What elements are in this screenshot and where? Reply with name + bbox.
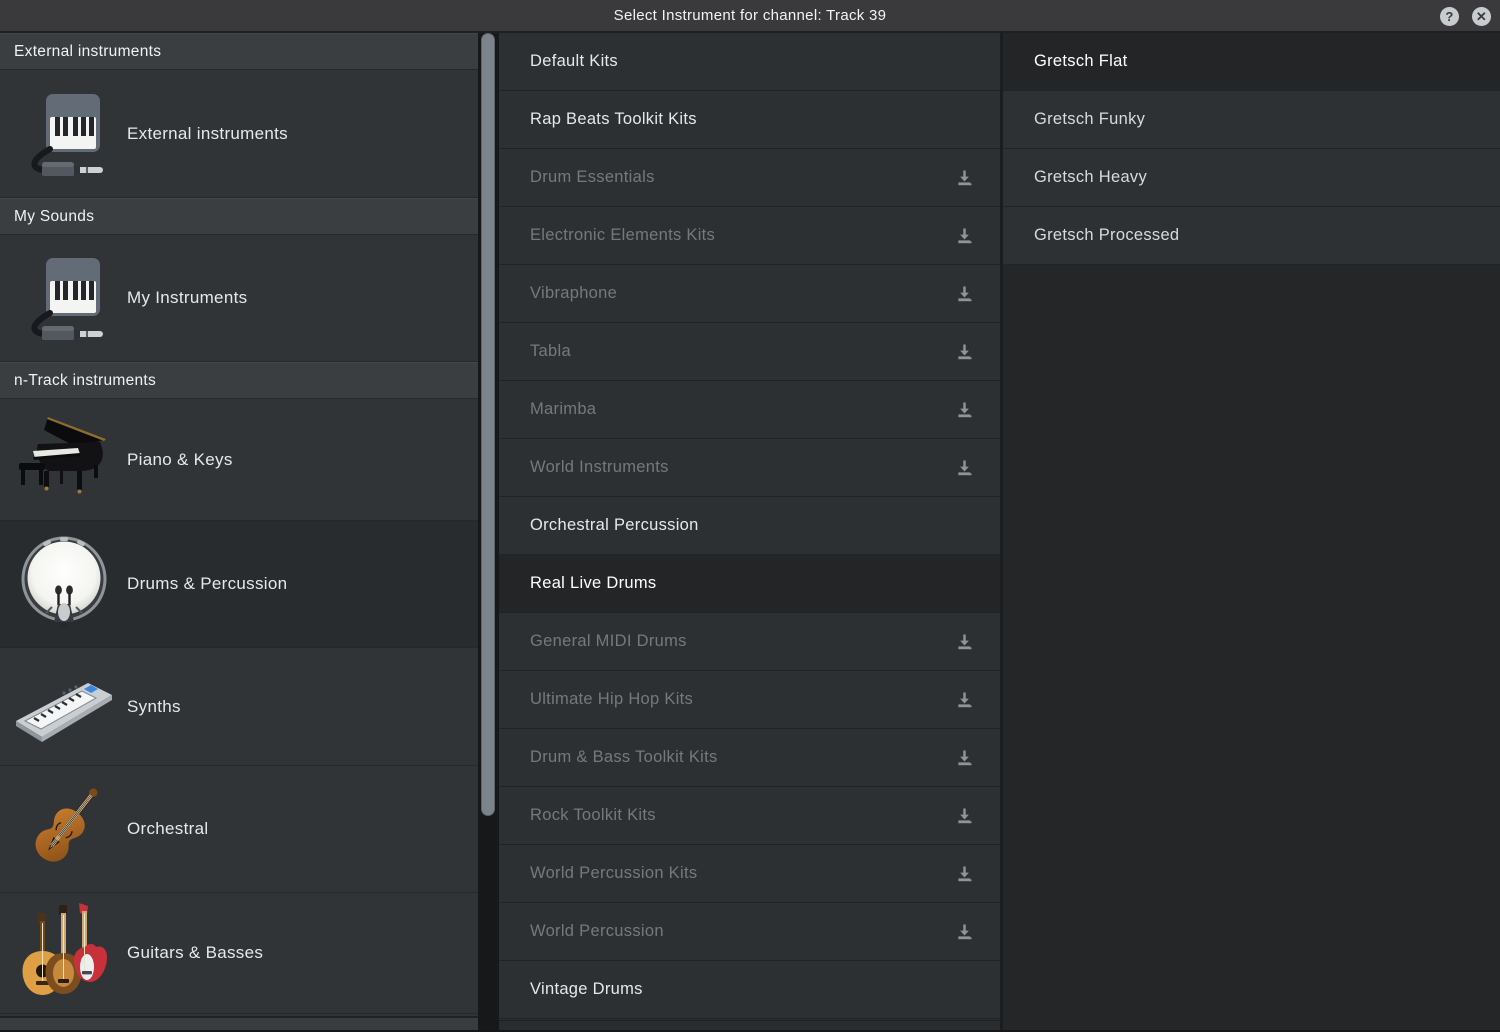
- select-instrument-dialog: Select Instrument for channel: Track 39 …: [0, 0, 1500, 1032]
- kit-preset-list: Gretsch Flat Gretsch Funky Gretsch Heavy…: [1000, 33, 1500, 1030]
- sidebar-item-orchestral[interactable]: Orchestral: [0, 766, 478, 893]
- dialog-content: External instruments: [0, 33, 1500, 1030]
- sidebar-item-drums-percussion[interactable]: Drums & Percussion: [0, 521, 478, 648]
- kit-list-item-label: World Percussion Kits: [530, 864, 697, 883]
- sidebar-item-label: Drums & Percussion: [127, 574, 287, 594]
- help-icon[interactable]: ?: [1440, 7, 1459, 26]
- sidebar-item-label: Piano & Keys: [127, 450, 233, 470]
- kit-list-item-label: Tabla: [530, 342, 571, 361]
- grand-piano-icon: [0, 413, 127, 507]
- kit-list-item-label: General MIDI Drums: [530, 632, 687, 651]
- preset-list-item[interactable]: Gretsch Processed: [1003, 207, 1500, 265]
- sidebar-scrollbar-thumb[interactable]: [481, 33, 495, 816]
- preset-list-item-label: Gretsch Heavy: [1034, 168, 1147, 187]
- kit-list-item[interactable]: Drum & Bass Toolkit Kits: [499, 729, 1000, 787]
- kit-list-item[interactable]: Drum Essentials: [499, 149, 1000, 207]
- kit-list-item-label: Rock Toolkit Kits: [530, 806, 656, 825]
- kit-list-item[interactable]: Default Kits: [499, 33, 1000, 91]
- kit-list-item-label: Vintage Drums: [530, 980, 643, 999]
- download-icon[interactable]: [954, 631, 975, 652]
- kit-list-item[interactable]: Tabla: [499, 323, 1000, 381]
- kit-list-item-label: Marimba: [530, 400, 596, 419]
- kit-list-item[interactable]: Rap Beats Toolkit Kits: [499, 91, 1000, 149]
- kit-list-item-partial: [499, 1020, 1000, 1030]
- section-header-my-sounds: My Sounds: [0, 198, 478, 235]
- section-header-ntrack-instruments: n-Track instruments: [0, 362, 478, 399]
- download-icon[interactable]: [954, 747, 975, 768]
- kit-list-item-label: Rap Beats Toolkit Kits: [530, 110, 697, 129]
- preset-list-item-label: Gretsch Flat: [1034, 52, 1127, 71]
- download-icon[interactable]: [954, 399, 975, 420]
- kit-list-item-label: Orchestral Percussion: [530, 516, 699, 535]
- preset-list-item-label: Gretsch Funky: [1034, 110, 1145, 129]
- violin-icon: [0, 779, 127, 879]
- preset-list-item[interactable]: Gretsch Flat: [1003, 33, 1500, 91]
- preset-list-item[interactable]: Gretsch Funky: [1003, 91, 1500, 149]
- close-icon[interactable]: ✕: [1472, 7, 1491, 26]
- instrument-category-sidebar: External instruments: [0, 33, 478, 1030]
- sidebar-section-header-partial: [0, 1016, 478, 1030]
- download-icon[interactable]: [954, 863, 975, 884]
- kit-list-item[interactable]: World Percussion: [499, 903, 1000, 961]
- sidebar-item-synths[interactable]: Synths: [0, 648, 478, 766]
- download-icon[interactable]: [954, 225, 975, 246]
- midi-keyboard-jack-icon: [0, 92, 127, 176]
- sidebar-item-external-instruments[interactable]: External instruments: [0, 70, 478, 198]
- sidebar-item-label: Guitars & Basses: [127, 943, 263, 963]
- sidebar-item-label: Orchestral: [127, 819, 208, 839]
- download-icon[interactable]: [954, 457, 975, 478]
- sidebar-item-label: External instruments: [127, 124, 288, 144]
- kit-list-item[interactable]: World Instruments: [499, 439, 1000, 497]
- kit-category-list: Default Kits Rap Beats Toolkit Kits Drum…: [499, 33, 1000, 1030]
- kit-list-item[interactable]: Vintage Drums: [499, 961, 1000, 1019]
- sidebar-item-piano-keys[interactable]: Piano & Keys: [0, 399, 478, 521]
- download-icon[interactable]: [954, 805, 975, 826]
- dialog-titlebar: Select Instrument for channel: Track 39 …: [0, 0, 1500, 33]
- kit-list-item[interactable]: World Percussion Kits: [499, 845, 1000, 903]
- bass-drum-icon: [0, 533, 127, 635]
- kit-list-item-label: World Percussion: [530, 922, 664, 941]
- titlebar-buttons: ? ✕: [1440, 0, 1491, 33]
- synth-keyboard-icon: [0, 669, 127, 745]
- kit-list-item[interactable]: Electronic Elements Kits: [499, 207, 1000, 265]
- sidebar-item-guitars-basses[interactable]: Guitars & Basses: [0, 893, 478, 1014]
- kit-list-item[interactable]: Real Live Drums: [499, 555, 1000, 613]
- download-icon[interactable]: [954, 283, 975, 304]
- sidebar-scrollbar[interactable]: [478, 33, 499, 1030]
- download-icon[interactable]: [954, 921, 975, 942]
- kit-list-item-label: World Instruments: [530, 458, 669, 477]
- midi-keyboard-jack-icon: [0, 256, 127, 340]
- kit-list-item[interactable]: Vibraphone: [499, 265, 1000, 323]
- download-icon[interactable]: [954, 341, 975, 362]
- kit-list-item-label: Electronic Elements Kits: [530, 226, 715, 245]
- kit-list-item-label: Drum & Bass Toolkit Kits: [530, 748, 718, 767]
- kit-list-item-label: Ultimate Hip Hop Kits: [530, 690, 693, 709]
- kit-list-item[interactable]: Ultimate Hip Hop Kits: [499, 671, 1000, 729]
- kit-list-item-label: Vibraphone: [530, 284, 617, 303]
- kit-list-item-label: Real Live Drums: [530, 574, 656, 593]
- kit-list-item[interactable]: Marimba: [499, 381, 1000, 439]
- sidebar-item-my-instruments[interactable]: My Instruments: [0, 235, 478, 362]
- download-icon[interactable]: [954, 689, 975, 710]
- kit-list-item-label: Default Kits: [530, 52, 618, 71]
- kit-list-item-label: Drum Essentials: [530, 168, 655, 187]
- preset-list-item[interactable]: Gretsch Heavy: [1003, 149, 1500, 207]
- section-header-external-instruments: External instruments: [0, 33, 478, 70]
- kit-list-item[interactable]: Orchestral Percussion: [499, 497, 1000, 555]
- sidebar-item-label: My Instruments: [127, 288, 247, 308]
- guitars-icon: [0, 901, 127, 1005]
- dialog-title: Select Instrument for channel: Track 39: [614, 7, 887, 24]
- preset-list-item-label: Gretsch Processed: [1034, 226, 1179, 245]
- download-icon[interactable]: [954, 167, 975, 188]
- kit-list-item[interactable]: General MIDI Drums: [499, 613, 1000, 671]
- sidebar-item-label: Synths: [127, 697, 181, 717]
- kit-list-item[interactable]: Rock Toolkit Kits: [499, 787, 1000, 845]
